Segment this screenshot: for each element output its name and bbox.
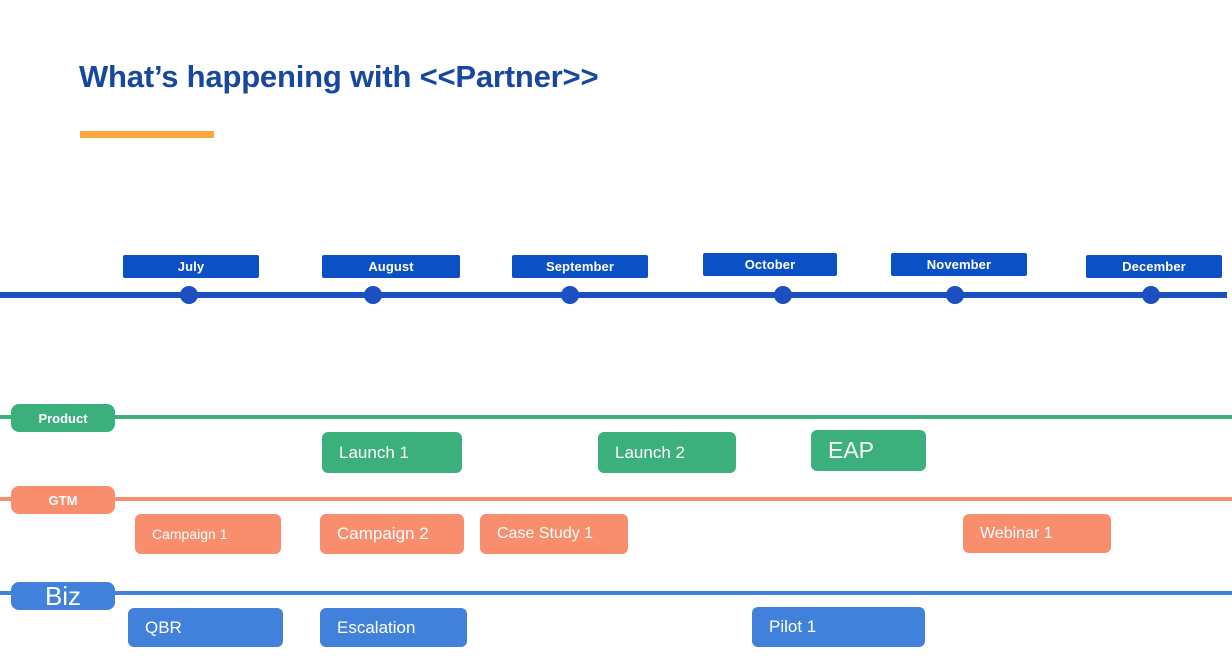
timeline-month-september[interactable]: September (512, 255, 648, 278)
lane-item-gtm-2[interactable]: Case Study 1 (480, 514, 628, 554)
lane-label-gtm[interactable]: GTM (11, 486, 115, 514)
lane-line-biz (0, 591, 1232, 595)
lane-item-biz-1[interactable]: Escalation (320, 608, 467, 647)
timeline-month-november[interactable]: November (891, 253, 1027, 276)
lane-item-biz-0[interactable]: QBR (128, 608, 283, 647)
timeline-dot-november (946, 286, 964, 304)
lane-label-biz[interactable]: Biz (11, 581, 115, 611)
lane-item-biz-2[interactable]: Pilot 1 (752, 607, 925, 647)
slide-canvas: What’s happening with <<Partner>> July Au… (0, 0, 1232, 672)
lane-item-product-2[interactable]: EAP (811, 430, 926, 471)
timeline-dot-july (180, 286, 198, 304)
lane-label-product[interactable]: Product (11, 404, 115, 432)
page-title: What’s happening with <<Partner>> (79, 59, 599, 94)
timeline-month-august[interactable]: August (322, 255, 460, 278)
timeline-dot-september (561, 286, 579, 304)
lane-line-gtm (0, 497, 1232, 501)
lane-item-product-1[interactable]: Launch 2 (598, 432, 736, 473)
lane-item-gtm-1[interactable]: Campaign 2 (320, 514, 464, 554)
timeline-dot-october (774, 286, 792, 304)
timeline-month-december[interactable]: December (1086, 255, 1222, 278)
lane-item-product-0[interactable]: Launch 1 (322, 432, 462, 473)
timeline-month-july[interactable]: July (123, 255, 259, 278)
lane-item-gtm-3[interactable]: Webinar 1 (963, 514, 1111, 553)
lane-item-gtm-0[interactable]: Campaign 1 (135, 514, 281, 554)
title-accent-bar (80, 131, 214, 138)
lane-line-product (0, 415, 1232, 419)
timeline-month-october[interactable]: October (703, 253, 837, 276)
timeline-dot-december (1142, 286, 1160, 304)
timeline-dot-august (364, 286, 382, 304)
